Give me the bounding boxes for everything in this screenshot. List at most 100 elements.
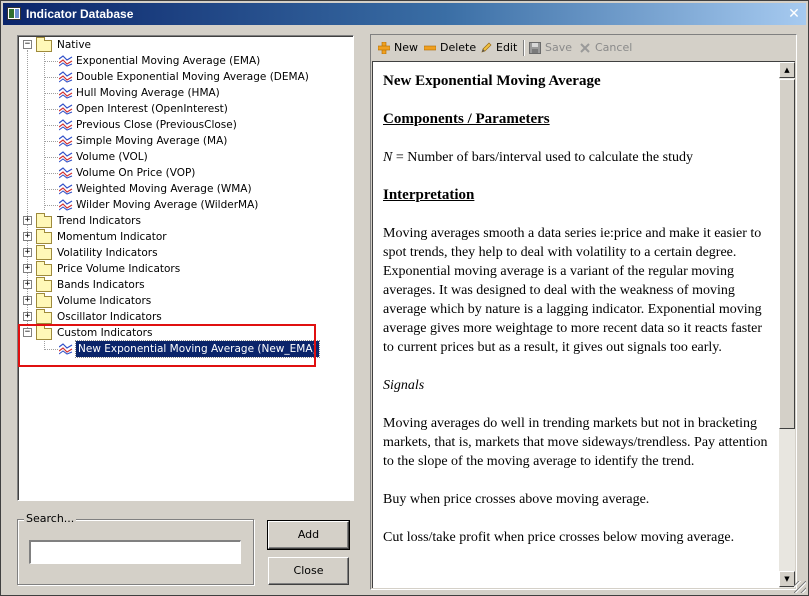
delete-button[interactable]: Delete xyxy=(424,40,477,56)
indicator-icon xyxy=(59,103,73,115)
scroll-down-button[interactable]: ▼ xyxy=(779,571,795,587)
tree-item-indicator[interactable]: Double Exponential Moving Average (DEMA) xyxy=(22,69,342,85)
tree-item-indicator[interactable]: Open Interest (OpenInterest) xyxy=(22,101,342,117)
toolbar: New Delete Edit Save Cancel xyxy=(372,36,795,60)
search-label: Search... xyxy=(24,512,77,525)
indicator-icon xyxy=(59,183,73,195)
description-content: New Exponential Moving Average Component… xyxy=(383,72,771,566)
tree-item-label: Previous Close (PreviousClose) xyxy=(76,119,237,131)
indicator-icon xyxy=(59,135,73,147)
doc-components-heading: Components / Parameters xyxy=(383,111,550,127)
annotation-highlight-box xyxy=(18,324,316,367)
tree-folder-label: Native xyxy=(57,39,91,51)
window-title: Indicator Database xyxy=(26,7,134,21)
save-button[interactable]: Save xyxy=(529,40,573,56)
folder-icon xyxy=(36,213,52,228)
vertical-scrollbar[interactable]: ▲ ▼ xyxy=(779,62,795,588)
indicator-icon xyxy=(59,71,73,83)
tree-folder-collapsed[interactable]: + Volatility Indicators xyxy=(22,245,342,261)
tree-folder-collapsed[interactable]: + Oscillator Indicators xyxy=(22,309,342,325)
indicator-database-window: Indicator Database ✕ − Native Exponentia… xyxy=(0,0,809,596)
expand-toggle[interactable]: + xyxy=(23,280,32,289)
floppy-disk-icon xyxy=(529,42,541,54)
tree-item-indicator[interactable]: Volume On Price (VOP) xyxy=(22,165,342,181)
expand-toggle[interactable]: + xyxy=(23,248,32,257)
tree-item-indicator[interactable]: Hull Moving Average (HMA) xyxy=(22,85,342,101)
indicator-icon xyxy=(59,119,73,131)
save-label: Save xyxy=(545,41,573,54)
indicator-icon xyxy=(59,199,73,211)
tree-folder-collapsed[interactable]: + Momentum Indicator xyxy=(22,229,342,245)
tree-folder-label: Oscillator Indicators xyxy=(57,311,162,323)
cancel-button[interactable]: Cancel xyxy=(579,40,635,56)
tree-item-indicator[interactable]: Simple Moving Average (MA) xyxy=(22,133,342,149)
tree-item-label: Double Exponential Moving Average (DEMA) xyxy=(76,71,309,83)
new-label: New xyxy=(394,41,418,54)
collapse-toggle[interactable]: − xyxy=(23,40,32,49)
toolbar-separator xyxy=(523,40,525,56)
delete-label: Delete xyxy=(440,41,477,54)
doc-signals-text: Moving averages do well in trending mark… xyxy=(383,416,768,469)
expand-toggle[interactable]: + xyxy=(23,232,32,241)
search-group: Search... xyxy=(17,512,254,585)
indicator-description[interactable]: New Exponential Moving Average Component… xyxy=(372,61,795,588)
tree-folder-label: Bands Indicators xyxy=(57,279,145,291)
doc-parameter-line: N = Number of bars/interval used to calc… xyxy=(383,148,771,167)
indicator-icon xyxy=(59,151,73,163)
tree-item-indicator[interactable]: Wilder Moving Average (WilderMA) xyxy=(22,197,342,213)
tree-folder-label: Volume Indicators xyxy=(57,295,152,307)
title-bar[interactable]: Indicator Database ✕ xyxy=(3,3,806,25)
tree-item-label: Simple Moving Average (MA) xyxy=(76,135,228,147)
doc-param-symbol: N xyxy=(383,150,393,165)
tree-folder-collapsed[interactable]: + Trend Indicators xyxy=(22,213,342,229)
scroll-up-button[interactable]: ▲ xyxy=(779,62,795,78)
add-button[interactable]: Add xyxy=(267,520,350,550)
app-icon xyxy=(7,7,21,20)
expand-toggle[interactable]: + xyxy=(23,296,32,305)
doc-cut-text: Cut loss/take profit when price crosses … xyxy=(383,530,735,545)
doc-interpretation-text: Moving averages smooth a data series ie:… xyxy=(383,226,762,355)
tree-item-indicator[interactable]: Volume (VOL) xyxy=(22,149,342,165)
tree-item-label: Volume On Price (VOP) xyxy=(76,167,196,179)
indicator-icon xyxy=(59,167,73,179)
minus-icon xyxy=(424,45,436,51)
doc-signals-heading: Signals xyxy=(383,378,425,393)
cancel-x-icon xyxy=(580,43,590,53)
tree-item-label: Weighted Moving Average (WMA) xyxy=(76,183,252,195)
expand-toggle[interactable]: + xyxy=(23,264,32,273)
edit-button[interactable]: Edit xyxy=(480,40,520,56)
search-input[interactable] xyxy=(29,540,241,564)
close-window-button[interactable]: ✕ xyxy=(785,6,803,22)
tree-folder-collapsed[interactable]: + Bands Indicators xyxy=(22,277,342,293)
close-button[interactable]: Close xyxy=(268,557,349,585)
tree-folder-label: Volatility Indicators xyxy=(57,247,158,259)
folder-icon xyxy=(36,37,52,52)
indicator-tree[interactable]: − Native Exponential Moving Average (EMA… xyxy=(17,35,354,501)
detail-pane: New Delete Edit Save Cancel New Exponent… xyxy=(370,34,797,590)
tree-folder-native[interactable]: − Native xyxy=(22,37,342,53)
doc-buy-text: Buy when price crosses above moving aver… xyxy=(383,492,650,507)
tree-item-indicator[interactable]: Previous Close (PreviousClose) xyxy=(22,117,342,133)
tree-item-label: Open Interest (OpenInterest) xyxy=(76,103,228,115)
indicator-icon xyxy=(59,87,73,99)
resize-grip[interactable] xyxy=(794,581,806,593)
pencil-icon xyxy=(481,42,492,53)
tree-item-indicator[interactable]: Exponential Moving Average (EMA) xyxy=(22,53,342,69)
tree-item-indicator[interactable]: Weighted Moving Average (WMA) xyxy=(22,181,342,197)
doc-param-text: = Number of bars/interval used to calcul… xyxy=(392,150,693,165)
folder-icon xyxy=(36,309,52,324)
scroll-thumb[interactable] xyxy=(779,79,795,429)
cancel-label: Cancel xyxy=(595,41,633,54)
tree-item-label: Wilder Moving Average (WilderMA) xyxy=(76,199,259,211)
expand-toggle[interactable]: + xyxy=(23,216,32,225)
indicator-icon xyxy=(59,55,73,67)
tree-item-label: Exponential Moving Average (EMA) xyxy=(76,55,261,67)
expand-toggle[interactable]: + xyxy=(23,312,32,321)
new-button[interactable]: New xyxy=(378,40,418,56)
tree-folder-collapsed[interactable]: + Volume Indicators xyxy=(22,293,342,309)
edit-label: Edit xyxy=(496,41,518,54)
tree-folder-collapsed[interactable]: + Price Volume Indicators xyxy=(22,261,342,277)
plus-icon xyxy=(378,42,390,54)
tree-item-label: Volume (VOL) xyxy=(76,151,148,163)
folder-icon xyxy=(36,245,52,260)
